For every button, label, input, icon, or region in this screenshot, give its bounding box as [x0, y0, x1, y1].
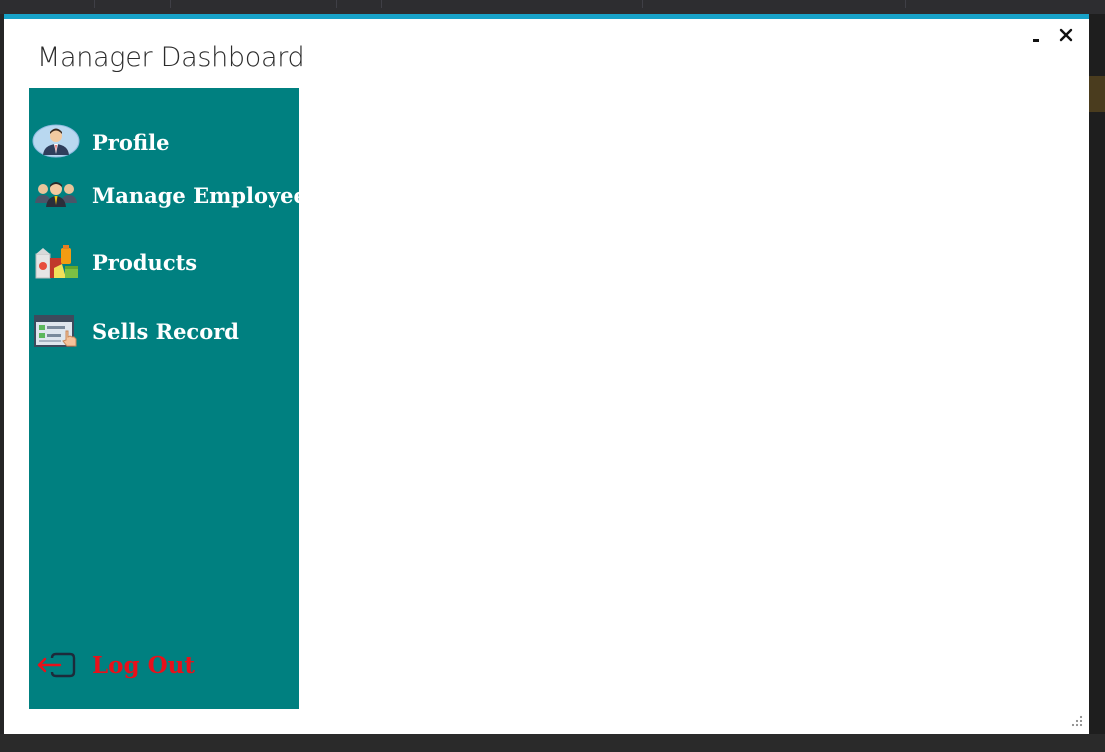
sidebar-item-label: Products	[92, 249, 198, 275]
logout-label: Log Out	[92, 651, 195, 679]
background-tab	[643, 0, 906, 8]
sidebar-item-label: Manage Employee	[92, 182, 307, 208]
minimize-icon	[1033, 39, 1039, 42]
background-tab	[382, 0, 643, 8]
sidebar-item-products[interactable]: Products	[29, 240, 299, 284]
background-highlight	[1089, 76, 1105, 112]
sidebar-item-profile[interactable]: Profile	[29, 120, 299, 164]
close-button[interactable]	[1055, 26, 1077, 46]
window-accent-bar	[4, 14, 1089, 19]
minimize-button[interactable]	[1025, 26, 1047, 46]
sidebar: Profile Manage Employee Products Sells R…	[29, 88, 307, 709]
sales-record-icon	[32, 311, 80, 351]
background-tab	[337, 0, 382, 8]
manager-dashboard-window: Manager Dashboard Profile Manage Employe…	[4, 14, 1089, 734]
products-icon	[32, 242, 80, 282]
background-tab	[14, 0, 95, 8]
resize-grip-icon[interactable]	[1070, 714, 1084, 728]
background-toolbar	[0, 0, 1105, 14]
sidebar-item-label: Sells Record	[92, 318, 239, 344]
sidebar-item-label: Profile	[92, 129, 170, 155]
sidebar-item-sells-record[interactable]: Sells Record	[29, 309, 299, 353]
logout-button[interactable]: Log Out	[29, 643, 299, 687]
employees-icon	[32, 175, 80, 215]
profile-icon	[32, 122, 80, 162]
background-tab	[95, 0, 171, 8]
sidebar-item-manage-employee[interactable]: Manage Employee	[29, 173, 307, 217]
background-bottom-edge	[0, 734, 1105, 752]
logout-icon	[32, 645, 80, 685]
background-right-edge	[1089, 14, 1105, 752]
close-icon	[1059, 28, 1073, 42]
background-tab	[171, 0, 337, 8]
window-title: Manager Dashboard	[37, 42, 305, 73]
